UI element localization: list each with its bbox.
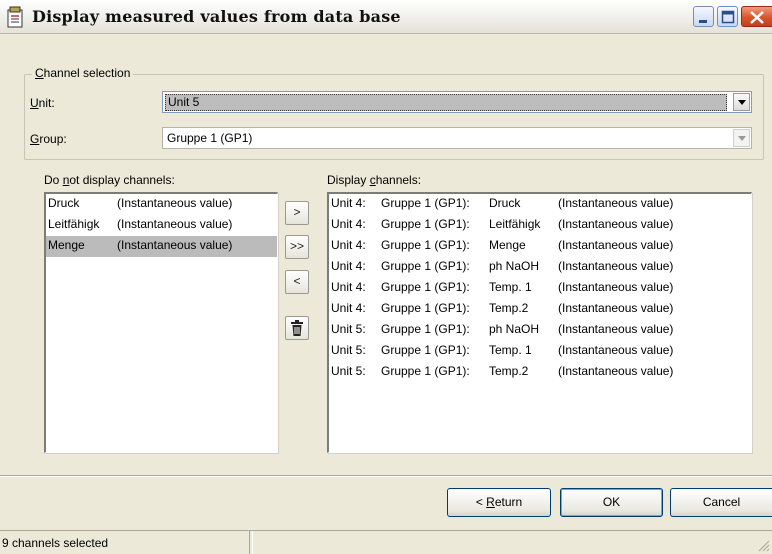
value-type: (Instantaneous value)	[558, 364, 674, 378]
not-displayed-label: Do not display channels:	[44, 173, 175, 187]
maximize-button[interactable]	[717, 6, 738, 27]
list-item[interactable]: Unit 4: Gruppe 1 (GP1): Temp.2 (Instantaneo…	[329, 299, 751, 320]
channel-name: Temp. 1	[489, 343, 532, 357]
value-type: (Instantaneous value)	[558, 343, 674, 357]
unit-select-value: Unit 5	[165, 94, 727, 111]
window-title: Display measured values from data base	[32, 7, 401, 26]
remove-one-button[interactable]: <	[285, 270, 309, 294]
group-name: Gruppe 1 (GP1):	[381, 217, 470, 231]
list-item[interactable]: Menge (Instantaneous value)	[46, 236, 277, 257]
list-item[interactable]: Druck (Instantaneous value)	[46, 194, 277, 215]
channel-name: Menge	[48, 238, 85, 252]
resize-grip-icon[interactable]	[758, 540, 770, 552]
status-bar: 9 channels selected	[0, 530, 772, 554]
value-type: (Instantaneous value)	[558, 196, 674, 210]
unit-name: Unit 4:	[331, 238, 366, 252]
minimize-icon	[699, 20, 707, 23]
separator	[0, 475, 772, 477]
group-dropdown-button[interactable]	[733, 129, 750, 147]
title-bar: Display measured values from data base	[0, 0, 772, 34]
chevron-down-icon	[738, 100, 746, 105]
group-name: Gruppe 1 (GP1):	[381, 343, 470, 357]
channel-name: Druck	[489, 196, 521, 210]
delete-button[interactable]	[285, 316, 309, 340]
maximize-icon	[721, 10, 735, 24]
value-type: (Instantaneous value)	[558, 238, 674, 252]
unit-name: Unit 4:	[331, 217, 366, 231]
value-type: (Instantaneous value)	[117, 196, 233, 210]
value-type: (Instantaneous value)	[558, 301, 674, 315]
value-type: (Instantaneous value)	[558, 280, 674, 294]
return-button[interactable]: < Return	[447, 488, 551, 517]
app-icon	[7, 6, 23, 28]
channel-name: Temp.2	[489, 364, 529, 378]
cancel-button[interactable]: Cancel	[670, 488, 772, 517]
unit-name: Unit 5:	[331, 343, 366, 357]
unit-label: Unit:	[30, 96, 55, 110]
unit-select[interactable]: Unit 5	[162, 91, 752, 113]
value-type: (Instantaneous value)	[117, 217, 233, 231]
channel-name: Temp. 1	[489, 280, 532, 294]
status-text: 9 channels selected	[0, 531, 250, 554]
ok-button[interactable]: OK	[560, 488, 663, 517]
channel-name: Leitfähigk	[489, 217, 541, 231]
group-name: Gruppe 1 (GP1):	[381, 259, 470, 273]
channel-name: Leitfähigk	[48, 217, 100, 231]
group-select-value: Gruppe 1 (GP1)	[167, 131, 253, 145]
minimize-button[interactable]	[693, 6, 714, 27]
status-pane	[252, 531, 772, 554]
list-item[interactable]: Unit 4: Gruppe 1 (GP1): ph NaOH (Instantane…	[329, 257, 751, 278]
close-icon	[750, 11, 764, 24]
close-button[interactable]	[741, 6, 772, 27]
value-type: (Instantaneous value)	[558, 259, 674, 273]
list-item[interactable]: Unit 5: Gruppe 1 (GP1): ph NaOH (Instantane…	[329, 320, 751, 341]
not-displayed-list[interactable]: Druck (Instantaneous value) Leitfähigk (Ins…	[44, 192, 278, 453]
group-name: Gruppe 1 (GP1):	[381, 238, 470, 252]
unit-name: Unit 5:	[331, 322, 366, 336]
group-name: Gruppe 1 (GP1):	[381, 322, 470, 336]
value-type: (Instantaneous value)	[558, 322, 674, 336]
channel-name: ph NaOH	[489, 322, 540, 336]
unit-name: Unit 4:	[331, 259, 366, 273]
unit-name: Unit 4:	[331, 196, 366, 210]
group-name: Gruppe 1 (GP1):	[381, 280, 470, 294]
channel-name: ph NaOH	[489, 259, 540, 273]
channel-name: Temp.2	[489, 301, 529, 315]
list-item[interactable]: Unit 5: Gruppe 1 (GP1): Temp.2 (Instantaneo…	[329, 362, 751, 383]
group-name: Gruppe 1 (GP1):	[381, 196, 470, 210]
value-type: (Instantaneous value)	[558, 217, 674, 231]
value-type: (Instantaneous value)	[117, 238, 233, 252]
displayed-list[interactable]: Unit 4: Gruppe 1 (GP1): Druck (Instantaneou…	[327, 192, 752, 453]
list-item[interactable]: Unit 4: Gruppe 1 (GP1): Temp. 1 (Instantane…	[329, 278, 751, 299]
channel-name: Druck	[48, 196, 80, 210]
channel-name: Menge	[489, 238, 526, 252]
channel-selection-legend: Channel selection	[32, 66, 134, 80]
list-item[interactable]: Unit 5: Gruppe 1 (GP1): Temp. 1 (Instantane…	[329, 341, 751, 362]
list-item[interactable]: Leitfähigk (Instantaneous value)	[46, 215, 277, 236]
list-item[interactable]: Unit 4: Gruppe 1 (GP1): Menge (Instantaneou…	[329, 236, 751, 257]
group-name: Gruppe 1 (GP1):	[381, 301, 470, 315]
group-name: Gruppe 1 (GP1):	[381, 364, 470, 378]
trash-icon	[291, 320, 303, 336]
list-item[interactable]: Unit 4: Gruppe 1 (GP1): Druck (Instantaneou…	[329, 194, 751, 215]
group-select[interactable]: Gruppe 1 (GP1)	[162, 127, 752, 149]
add-all-button[interactable]: >>	[285, 235, 309, 259]
unit-name: Unit 5:	[331, 364, 366, 378]
unit-name: Unit 4:	[331, 280, 366, 294]
list-item[interactable]: Unit 4: Gruppe 1 (GP1): Leitfähigk (Instant…	[329, 215, 751, 236]
unit-dropdown-button[interactable]	[733, 93, 750, 111]
displayed-label: Display channels:	[327, 173, 422, 187]
chevron-down-icon	[738, 136, 746, 141]
add-one-button[interactable]: >	[285, 201, 309, 225]
unit-name: Unit 4:	[331, 301, 366, 315]
group-label: Group:	[30, 132, 67, 146]
